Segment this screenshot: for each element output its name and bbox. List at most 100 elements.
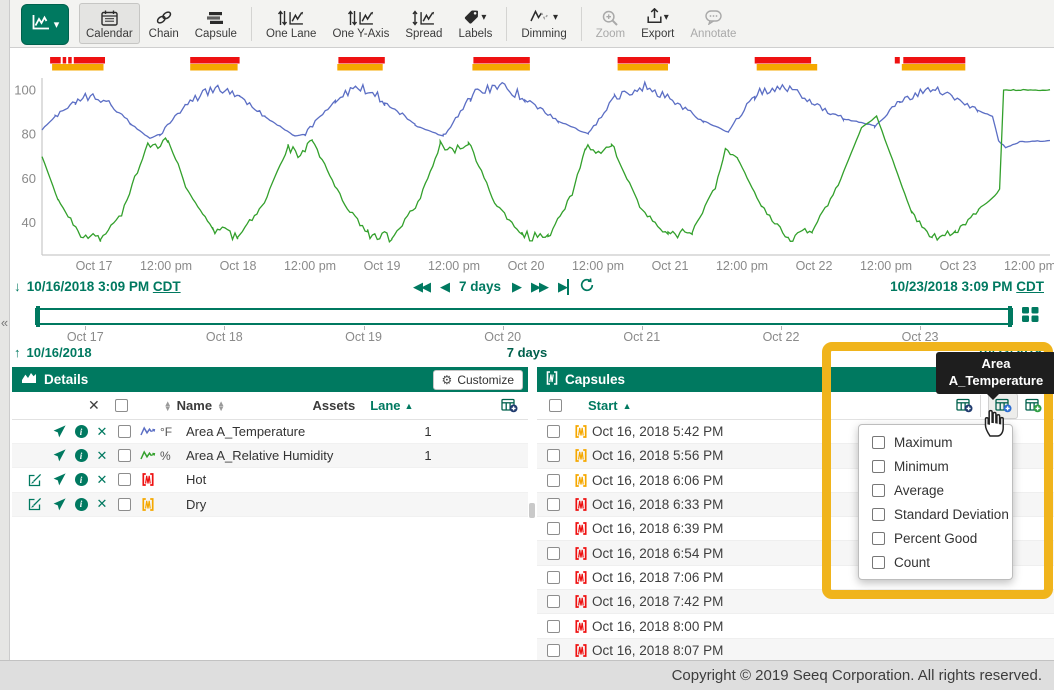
capsule-checkbox[interactable] xyxy=(547,498,560,511)
display-range-start[interactable]: 10/16/2018 3:09 PM CDT xyxy=(27,279,181,294)
info-icon[interactable]: i xyxy=(75,449,88,462)
capsule-row[interactable]: Oct 16, 2018 8:07 PM xyxy=(537,639,1054,660)
step-to-end-button[interactable]: ▶ xyxy=(558,279,569,295)
capsule-checkbox[interactable] xyxy=(547,644,560,657)
item-name[interactable]: Hot xyxy=(186,472,383,487)
edit-icon[interactable] xyxy=(22,497,48,511)
add-stat-column-icon[interactable] xyxy=(956,398,973,413)
details-row[interactable]: i✕°FArea A_Temperature1 xyxy=(12,420,528,444)
trend-view-button[interactable]: ▾ xyxy=(21,4,69,45)
pin-icon[interactable] xyxy=(48,425,70,438)
capsule-bar-dry[interactable] xyxy=(757,64,818,71)
timeline-left-handle[interactable] xyxy=(36,306,40,327)
tool-labels[interactable]: ▾ Labels xyxy=(451,3,499,44)
stat-option-minimum[interactable]: Minimum xyxy=(859,454,1012,478)
refresh-icon[interactable] xyxy=(580,278,594,295)
item-name[interactable]: Dry xyxy=(186,497,383,512)
series-area-a_relative-humidity[interactable] xyxy=(42,90,1050,242)
capsule-bar-dry[interactable] xyxy=(902,64,966,71)
info-icon[interactable]: i xyxy=(75,498,88,511)
investigate-timeline-bar[interactable] xyxy=(35,308,1013,325)
capsule-row[interactable]: Oct 16, 2018 8:00 PM xyxy=(537,614,1054,638)
stat-option-standard-deviation[interactable]: Standard Deviation xyxy=(859,502,1012,526)
timezone-link[interactable]: CDT xyxy=(153,279,181,294)
timeline-right-handle[interactable] xyxy=(1008,306,1012,327)
trend-chart[interactable]: 406080100Oct 1712:00 pmOct 1812:00 pmOct… xyxy=(0,48,1054,277)
column-start[interactable]: Start xyxy=(588,398,618,413)
tool-one-y-axis[interactable]: One Y-Axis xyxy=(325,3,396,44)
capsule-checkbox[interactable] xyxy=(547,547,560,560)
edit-icon[interactable] xyxy=(22,473,48,487)
capsule-bar-hot[interactable] xyxy=(63,57,66,64)
capsule-checkbox[interactable] xyxy=(547,522,560,535)
stat-option-count[interactable]: Count xyxy=(859,550,1012,574)
tool-calendar[interactable]: Calendar xyxy=(79,3,140,44)
sort-icon[interactable]: ▲▼ xyxy=(164,401,172,411)
timezone-link[interactable]: CDT xyxy=(1016,279,1044,294)
capsule-bar-hot[interactable] xyxy=(74,57,105,64)
step-back-half-button[interactable]: ◀◀ xyxy=(413,279,429,295)
column-lane[interactable]: Lane xyxy=(370,398,400,413)
remove-icon[interactable]: ✕ xyxy=(92,448,112,464)
capsule-checkbox[interactable] xyxy=(547,425,560,438)
tool-chain[interactable]: Chain xyxy=(142,3,186,44)
row-checkbox[interactable] xyxy=(118,498,131,511)
details-row[interactable]: i ✕ Dry xyxy=(12,493,528,517)
capsule-checkbox[interactable] xyxy=(547,620,560,633)
stat-option-maximum[interactable]: Maximum xyxy=(859,430,1012,454)
tool-export[interactable]: ▾ Export xyxy=(634,3,681,44)
capsule-bar-hot[interactable] xyxy=(190,57,239,64)
capsule-bar-hot[interactable] xyxy=(895,57,900,64)
series-area-a_temperature[interactable] xyxy=(42,82,1050,147)
stat-checkbox[interactable] xyxy=(872,532,885,545)
step-back-button[interactable]: ◀ xyxy=(440,279,448,295)
sort-icon[interactable]: ▲▼ xyxy=(217,401,225,411)
capsule-bar-hot[interactable] xyxy=(50,57,61,64)
capsule-checkbox[interactable] xyxy=(547,474,560,487)
item-name[interactable]: Area A_Relative Humidity xyxy=(186,448,383,463)
select-all-checkbox[interactable] xyxy=(549,399,562,412)
tool-capsule[interactable]: Capsule xyxy=(188,3,244,44)
stat-option-average[interactable]: Average xyxy=(859,478,1012,502)
capsule-bar-hot[interactable] xyxy=(338,57,384,64)
stat-checkbox[interactable] xyxy=(872,508,885,521)
add-property-column-icon[interactable] xyxy=(1025,398,1042,413)
tool-one-lane[interactable]: One Lane xyxy=(259,3,324,44)
capsule-bar-hot[interactable] xyxy=(473,57,529,64)
details-row[interactable]: i✕Hot xyxy=(12,468,528,492)
customize-button[interactable]: ⚙ Customize xyxy=(433,370,523,390)
pin-icon[interactable] xyxy=(48,473,70,486)
stat-checkbox[interactable] xyxy=(872,484,885,497)
remove-icon[interactable]: ✕ xyxy=(92,424,112,440)
capsule-bar-dry[interactable] xyxy=(618,64,668,71)
panel-resize-handle[interactable] xyxy=(529,503,535,518)
info-icon[interactable]: i xyxy=(75,425,88,438)
add-column-icon[interactable] xyxy=(501,398,518,413)
stat-checkbox[interactable] xyxy=(872,436,885,449)
step-forward-half-button[interactable]: ▶▶ xyxy=(531,279,547,295)
stat-checkbox[interactable] xyxy=(872,556,885,569)
item-name[interactable]: Area A_Temperature xyxy=(186,424,383,439)
capsule-checkbox[interactable] xyxy=(547,449,560,462)
column-name[interactable]: Name xyxy=(177,398,212,413)
collapse-panel-icon[interactable]: « xyxy=(0,315,9,330)
display-range-end[interactable]: 10/23/2018 3:09 PM CDT xyxy=(890,279,1044,294)
remove-icon[interactable]: ✕ xyxy=(92,472,112,488)
remove-all-icon[interactable]: ✕ xyxy=(88,397,100,414)
capsule-bar-hot[interactable] xyxy=(755,57,811,64)
remove-icon[interactable]: ✕ xyxy=(92,496,112,512)
range-start-arrow-icon[interactable]: ↓ xyxy=(14,279,21,294)
range-duration[interactable]: 7 days xyxy=(459,279,501,294)
row-checkbox[interactable] xyxy=(118,425,131,438)
capsule-row[interactable]: Oct 16, 2018 7:42 PM xyxy=(537,590,1054,614)
step-forward-button[interactable]: ▶ xyxy=(512,279,520,295)
capsule-bar-hot[interactable] xyxy=(903,57,965,64)
row-checkbox[interactable] xyxy=(118,473,131,486)
capsule-bar-hot[interactable] xyxy=(68,57,72,64)
capsule-checkbox[interactable] xyxy=(547,571,560,584)
column-assets[interactable]: Assets xyxy=(313,398,356,413)
row-checkbox[interactable] xyxy=(118,449,131,462)
select-all-checkbox[interactable] xyxy=(115,399,128,412)
stat-option-percent-good[interactable]: Percent Good xyxy=(859,526,1012,550)
capsule-bar-dry[interactable] xyxy=(190,64,237,71)
